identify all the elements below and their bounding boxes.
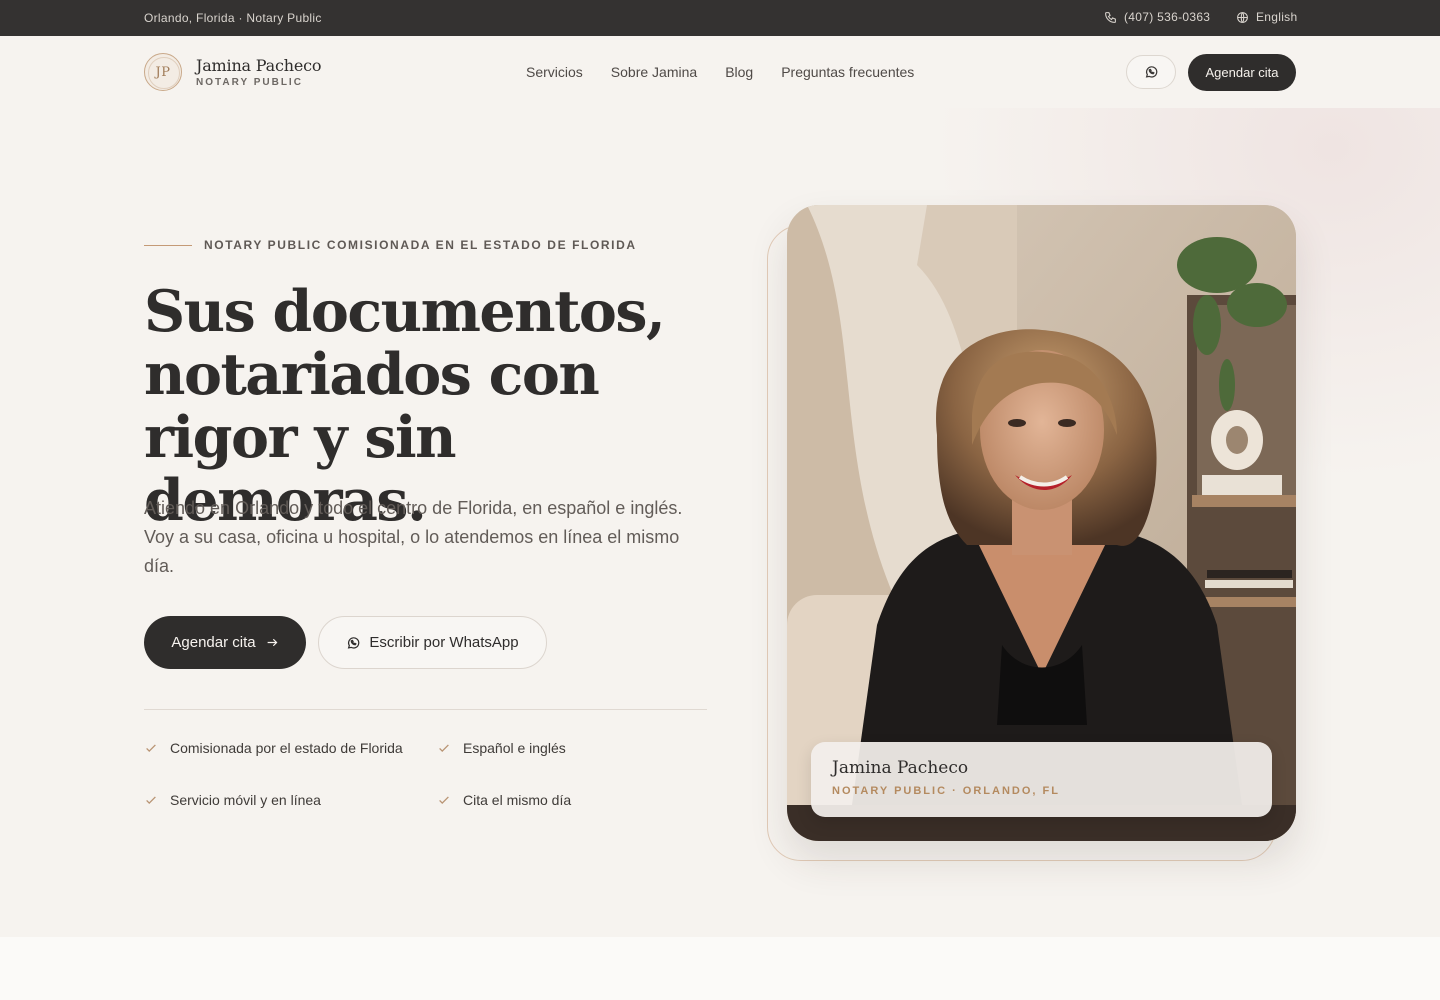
feature-item: Comisionada por el estado de Florida bbox=[144, 738, 404, 758]
hero-lead: Atiendo en Orlando y todo el centro de F… bbox=[144, 498, 683, 576]
hero-title-line: Sus documentos, bbox=[144, 278, 666, 345]
nav-item-blog[interactable]: Blog bbox=[725, 64, 753, 80]
check-icon bbox=[439, 744, 449, 752]
features-divider bbox=[144, 709, 707, 710]
eyebrow-text: NOTARY PUBLIC COMISIONADA EN EL ESTADO D… bbox=[204, 238, 637, 252]
nav-item-sobre-jamina[interactable]: Sobre Jamina bbox=[611, 64, 697, 80]
check-icon bbox=[439, 796, 449, 804]
globe-icon bbox=[1237, 11, 1248, 23]
feature-item: Servicio móvil y en línea bbox=[144, 790, 404, 810]
phone-link[interactable]: (407) 536-0363 bbox=[1104, 10, 1210, 24]
header-book-button[interactable]: Agendar cita bbox=[1188, 54, 1296, 91]
portrait-name-card: Jamina Pacheco NOTARY PUBLIC · ORLANDO, … bbox=[811, 742, 1272, 817]
logo-monogram[interactable]: JP bbox=[144, 53, 182, 91]
language-label: English bbox=[1256, 10, 1298, 24]
whatsapp-contact-button[interactable]: Escribir por WhatsApp bbox=[318, 616, 547, 669]
phone-icon bbox=[1105, 11, 1116, 23]
logo-name[interactable]: Jamina Pacheco bbox=[196, 56, 321, 75]
feature-item: Cita el mismo día bbox=[437, 790, 697, 810]
whatsapp-icon bbox=[1145, 66, 1158, 78]
feature-text: Comisionada por el estado de Florida bbox=[170, 740, 403, 756]
whatsapp-button[interactable] bbox=[1126, 55, 1176, 89]
hero-title-line: notariados con bbox=[144, 341, 600, 408]
language-switcher[interactable]: English bbox=[1236, 10, 1297, 24]
logo-initials: JP bbox=[155, 64, 171, 80]
hero-eyebrow: NOTARY PUBLIC COMISIONADA EN EL ESTADO D… bbox=[144, 238, 637, 252]
feature-text: Servicio móvil y en línea bbox=[170, 792, 321, 808]
site-header: JP Jamina Pacheco NOTARY PUBLIC Servicio… bbox=[0, 36, 1440, 108]
check-icon bbox=[146, 796, 156, 804]
feature-text: Cita el mismo día bbox=[463, 792, 572, 808]
book-appointment-button[interactable]: Agendar cita bbox=[144, 616, 306, 669]
feature-text: Español e inglés bbox=[463, 740, 566, 756]
top-bar: Orlando, Florida · Notary Public (407) 5… bbox=[0, 0, 1440, 36]
main-nav: Servicios Sobre Jamina Blog Preguntas fr… bbox=[526, 64, 914, 80]
location-text: Orlando, Florida · Notary Public bbox=[144, 11, 322, 25]
whatsapp-icon bbox=[348, 636, 360, 649]
portrait-role: NOTARY PUBLIC · ORLANDO, FL bbox=[832, 785, 1060, 797]
nav-item-preguntas-frecuentes[interactable]: Preguntas frecuentes bbox=[781, 64, 914, 80]
whatsapp-contact-label: Escribir por WhatsApp bbox=[369, 634, 519, 651]
phone-number: (407) 536-0363 bbox=[1124, 10, 1211, 24]
book-appointment-label: Agendar cita bbox=[171, 634, 256, 651]
logo-subtitle: NOTARY PUBLIC bbox=[196, 77, 303, 88]
feature-item: Español e inglés bbox=[437, 738, 697, 758]
portrait-name: Jamina Pacheco bbox=[832, 758, 969, 778]
check-icon bbox=[146, 744, 156, 752]
next-section-band bbox=[0, 937, 1440, 1000]
nav-item-servicios[interactable]: Servicios bbox=[526, 64, 583, 80]
arrow-right-icon bbox=[267, 638, 278, 647]
eyebrow-line bbox=[144, 244, 192, 246]
